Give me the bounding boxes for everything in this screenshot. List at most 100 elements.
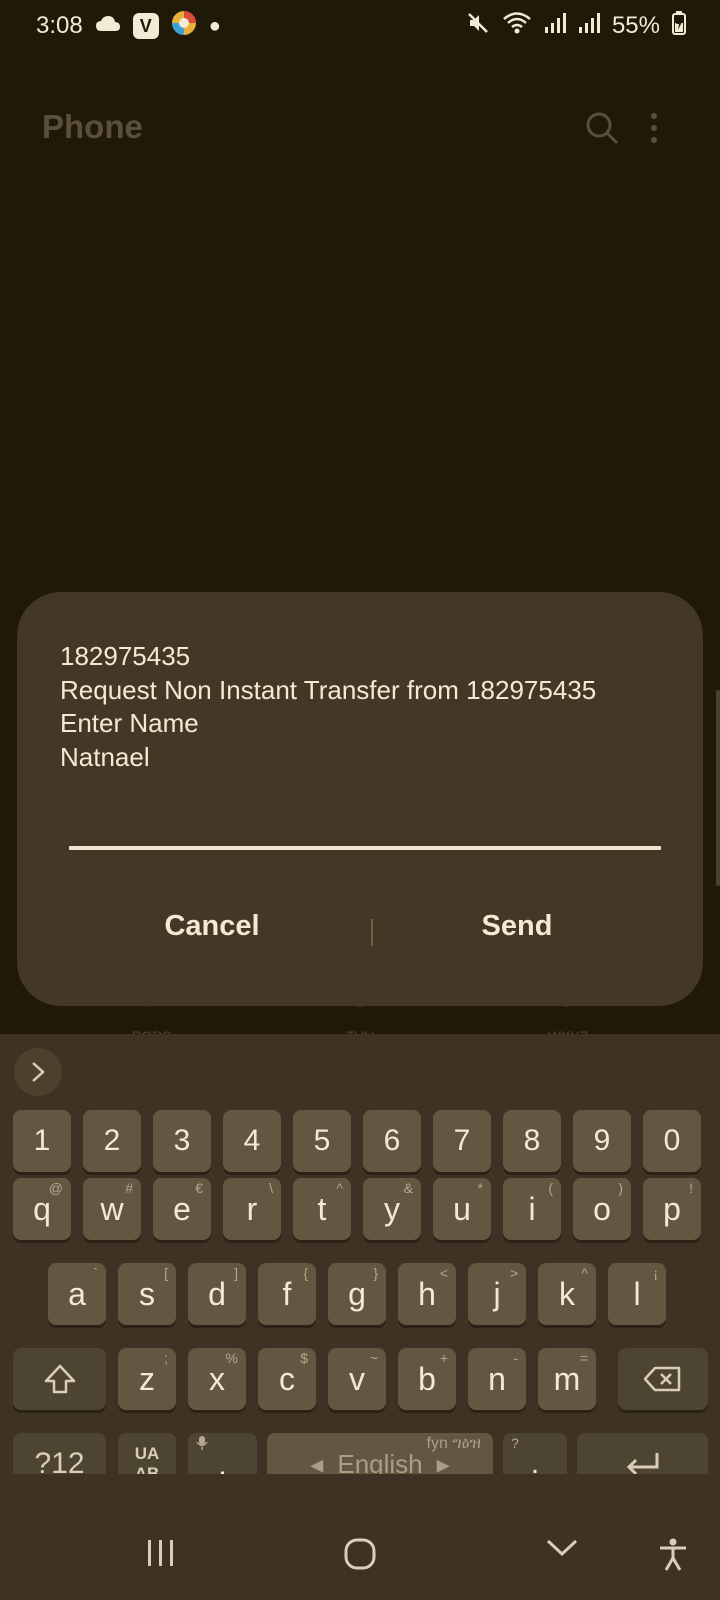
key-j[interactable]: j > [468,1263,526,1325]
dialog-message: 182975435 Request Non Instant Transfer f… [60,640,680,774]
key-hint: * [477,1180,483,1196]
viber-icon: V [132,13,159,39]
hide-keyboard-icon[interactable] [546,1538,578,1558]
reply-input[interactable] [69,846,661,850]
key-q[interactable]: q @ [13,1178,71,1240]
key-hint: ( [548,1180,553,1196]
key-letter: z [139,1360,155,1397]
key-g[interactable]: g} [328,1263,386,1325]
mic-icon [196,1435,208,1454]
key-letter: c [279,1360,295,1397]
key-x[interactable]: x% [188,1348,246,1410]
search-icon[interactable] [584,110,620,151]
key-letter: j [493,1275,501,1312]
navigation-bar [0,1474,720,1600]
app-notification-icon [171,10,197,43]
key-5[interactable]: 5 [293,1110,351,1172]
key-w[interactable]: w # [83,1178,141,1240]
key-m[interactable]: m = [538,1348,596,1410]
key-letter: k [559,1275,575,1312]
key-2[interactable]: 2 [83,1110,141,1172]
backspace-key[interactable] [618,1348,708,1410]
key-letter: q [33,1190,51,1227]
key-letter: s [139,1275,155,1312]
key-hint: ^ [336,1180,343,1196]
ussd-dialog: 182975435 Request Non Instant Transfer f… [17,592,703,1006]
key-4[interactable]: 4 [223,1110,281,1172]
period-hint: ? [511,1435,519,1451]
send-button[interactable]: Send [367,894,667,958]
key-z[interactable]: z; [118,1348,176,1410]
cancel-button[interactable]: Cancel [62,894,362,958]
home-icon[interactable] [344,1538,376,1570]
key-hint: € [195,1180,203,1196]
more-options-icon[interactable] [648,110,660,151]
key-letter: y [384,1190,400,1227]
key-h[interactable]: h < [398,1263,456,1325]
key-hint: > [509,1265,518,1281]
key-hint: + [439,1350,448,1366]
dialog-line: Enter Name [60,708,199,738]
key-hint: ; [164,1350,168,1366]
key-8[interactable]: 8 [503,1110,561,1172]
key-f[interactable]: f{ [258,1263,316,1325]
key-a[interactable]: a ` [48,1263,106,1325]
wifi-icon [502,11,532,42]
key-hint: { [303,1265,308,1281]
key-hint: = [579,1350,588,1366]
chevron-right-icon [32,1062,45,1082]
key-v[interactable]: v ~ [328,1348,386,1410]
key-y[interactable]: y & [363,1178,421,1240]
key-p[interactable]: p! [643,1178,701,1240]
mute-icon [466,11,490,42]
key-hint: # [125,1180,133,1196]
key-d[interactable]: d] [188,1263,246,1325]
key-9[interactable]: 9 [573,1110,631,1172]
key-hint: ! [689,1180,693,1196]
key-i[interactable]: i( [503,1178,561,1240]
space-hint: fyn ግዕዝ [426,1435,481,1452]
key-u[interactable]: u * [433,1178,491,1240]
key-letter: d [208,1275,226,1312]
key-l[interactable]: l ¡ [608,1263,666,1325]
key-letter: b [418,1360,436,1397]
key-e[interactable]: e € [153,1178,211,1240]
accessibility-icon[interactable] [658,1538,688,1572]
key-3[interactable]: 3 [153,1110,211,1172]
key-k[interactable]: k ^ [538,1263,596,1325]
key-letter: u [453,1190,471,1227]
key-7[interactable]: 7 [433,1110,491,1172]
key-hint: ) [618,1180,623,1196]
dialog-line: Request Non Instant Transfer from 182975… [60,674,597,705]
shift-icon [44,1364,75,1394]
status-left: 3:08 V ● [36,10,221,43]
battery-percent: 55% [611,12,660,39]
key-s[interactable]: s[ [118,1263,176,1325]
key-letter: p [663,1190,681,1227]
key-r[interactable]: r \ [223,1178,281,1240]
dialog-line: 182975435 [60,641,191,671]
key-0[interactable]: 0 [643,1110,701,1172]
scroll-indicator [716,690,720,886]
key-hint: \ [269,1180,273,1196]
key-letter: e [173,1190,191,1227]
key-1[interactable]: 1 [13,1110,71,1172]
recents-icon[interactable] [146,1538,176,1568]
key-o[interactable]: o) [573,1178,631,1240]
signal-icon-sim2 [578,12,600,41]
key-t[interactable]: t ^ [293,1178,351,1240]
key-hint: } [373,1265,378,1281]
key-hint: $ [300,1350,308,1366]
key-b[interactable]: b + [398,1348,456,1410]
shift-key[interactable] [13,1348,106,1410]
key-6[interactable]: 6 [363,1110,421,1172]
key-letter: m [553,1360,581,1397]
key-letter: w [100,1190,124,1227]
toolbar-expand-button[interactable] [14,1048,62,1096]
key-c[interactable]: c $ [258,1348,316,1410]
key-hint: ^ [581,1265,588,1281]
key-hint: @ [48,1180,63,1196]
key-hint: - [513,1350,518,1366]
key-hint: < [439,1265,448,1281]
key-n[interactable]: n- [468,1348,526,1410]
